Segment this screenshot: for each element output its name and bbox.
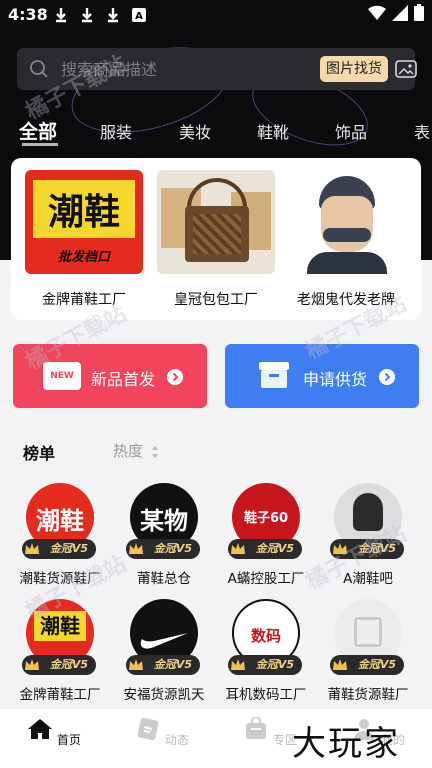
gold-crown-badge: 金冠V5: [126, 655, 200, 675]
tab-category-watches[interactable]: 表: [414, 119, 430, 143]
image-search-button[interactable]: 图片找货: [320, 56, 388, 82]
tab-category-clothing[interactable]: 服装: [100, 119, 132, 143]
shop-name: A蟎控股工厂: [227, 571, 305, 587]
shop-logo-title: 潮鞋: [47, 192, 120, 233]
tab-home-label: 首页: [56, 733, 81, 747]
active-tab-indicator: [22, 143, 58, 146]
shop-name: 安福货源凯天: [123, 687, 205, 703]
gold-crown-badge: 金冠V5: [126, 539, 200, 559]
arrow-right-icon: [379, 369, 395, 385]
gold-crown-badge: 金冠V5: [330, 655, 404, 675]
apply-supply-button[interactable]: 申请供货: [225, 344, 419, 408]
a-icon: A: [132, 8, 146, 22]
shop-avatar: [287, 170, 405, 274]
tab-feed-label: 动态: [164, 733, 189, 747]
sort-icon: [151, 445, 158, 458]
status-time: 4:38: [8, 5, 48, 24]
wifi-icon: [368, 5, 386, 20]
arrow-right-icon: [167, 369, 183, 385]
featured-shop[interactable]: 潮鞋 批发档口 金牌莆鞋工厂: [25, 170, 143, 309]
crown-icon: [25, 659, 39, 670]
shop-name: 金牌莆鞋工厂: [42, 292, 126, 308]
crown-icon: [25, 543, 39, 554]
brand-watermark: 大玩家: [292, 724, 400, 764]
new-badge-text: NEW: [50, 371, 74, 381]
crown-icon: [333, 659, 347, 670]
status-bar: 4:38 A: [0, 0, 432, 30]
tab-category-all[interactable]: 全部: [19, 117, 57, 144]
svg-text:A: A: [135, 11, 143, 22]
search-input[interactable]: [61, 58, 291, 80]
gold-crown-badge: 金冠V5: [228, 539, 302, 559]
signal-icon: [392, 4, 408, 21]
new-products-button[interactable]: NEW 新品首发: [13, 344, 207, 408]
shop-name: 莆鞋总仓: [137, 571, 191, 587]
tab-zone[interactable]: 专区: [240, 716, 300, 748]
shop-logo: 潮鞋 批发档口: [25, 170, 143, 274]
gold-crown-badge: 金冠V5: [22, 655, 96, 675]
download-icon: [82, 8, 92, 23]
shop-name: 莆鞋货源鞋厂: [327, 687, 409, 703]
shop-name: 潮鞋货源鞋厂: [19, 571, 101, 587]
ranking-title: 榜单: [23, 444, 56, 463]
gold-crown-badge: 金冠V5: [22, 539, 96, 559]
shop-photo: [157, 170, 275, 274]
shop-name: 金牌莆鞋工厂: [19, 687, 101, 703]
shop-name: A潮鞋吧: [343, 571, 393, 587]
crown-icon: [231, 543, 245, 554]
tab-category-shoes[interactable]: 鞋靴: [257, 119, 289, 143]
sort-label: 热度: [113, 442, 144, 460]
shop-name: 老烟鬼代发老牌: [297, 292, 395, 308]
bag-icon: [246, 716, 267, 739]
featured-shop[interactable]: 老烟鬼代发老牌: [287, 170, 405, 309]
shop-name: 皇冠包包工厂: [174, 292, 258, 308]
image-icon[interactable]: [395, 59, 417, 79]
featured-shop[interactable]: 皇冠包包工厂: [157, 170, 275, 309]
crown-icon: [129, 659, 143, 670]
crown-icon: [129, 543, 143, 554]
shop-logo-sub: 批发档口: [57, 250, 110, 265]
gold-crown-badge: 金冠V5: [330, 539, 404, 559]
box-icon: [259, 362, 289, 388]
apply-supply-label: 申请供货: [303, 370, 368, 389]
shop-name: 耳机数码工厂: [225, 687, 307, 703]
gold-crown-badge: 金冠V5: [228, 655, 302, 675]
tab-category-accessories[interactable]: 饰品: [335, 119, 367, 143]
new-icon: NEW: [43, 362, 81, 390]
tab-category-beauty[interactable]: 美妆: [179, 119, 211, 143]
download-icon: [56, 8, 66, 23]
download-icon: [108, 8, 118, 23]
tab-feed[interactable]: 动态: [132, 717, 192, 748]
tab-home[interactable]: 首页: [24, 717, 84, 748]
featured-shops-card: 潮鞋 批发档口 金牌莆鞋工厂 皇冠包包工厂 老烟鬼代发老牌: [11, 158, 421, 320]
search-icon: [30, 60, 48, 78]
new-products-label: 新品首发: [91, 370, 156, 389]
search-bar: 图片找货: [17, 48, 417, 90]
feed-icon: [137, 717, 159, 741]
sort-by-popularity[interactable]: 热度: [113, 440, 159, 461]
crown-icon: [231, 659, 245, 670]
crown-icon: [333, 543, 347, 554]
battery-icon: [414, 4, 424, 21]
home-icon: [28, 719, 53, 739]
category-tabs: 全部 服装 美妆 鞋靴 饰品 表: [0, 115, 432, 147]
